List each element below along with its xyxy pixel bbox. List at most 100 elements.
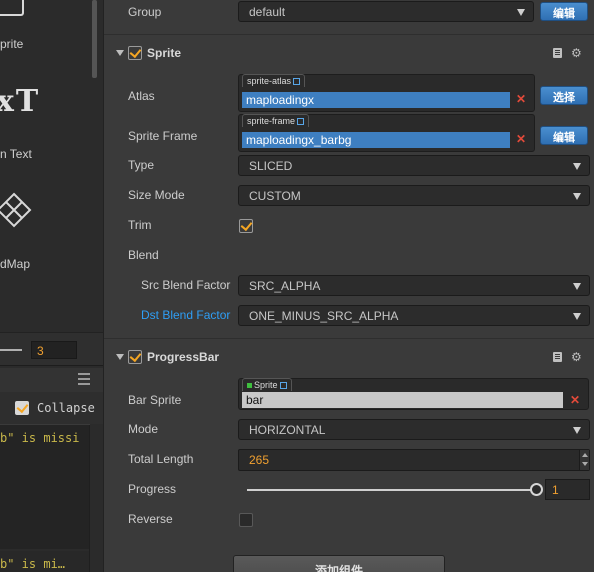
chevron-down-icon	[573, 193, 581, 200]
chevron-down-icon	[517, 9, 525, 16]
group-value: default	[249, 5, 286, 19]
dst-blend-value: ONE_MINUS_SRC_ALPHA	[249, 309, 399, 323]
src-blend-label: Src Blend Factor	[141, 278, 231, 292]
src-blend-value: SRC_ALPHA	[249, 279, 321, 293]
asset-type-text: Sprite	[254, 380, 278, 390]
progressbar-section-header[interactable]: ProgressBar ⚙	[104, 343, 594, 371]
progressbar-section-title: ProgressBar	[147, 350, 220, 364]
zoom-input[interactable]: 3	[31, 341, 77, 359]
bar-sprite-field[interactable]: Sprite bar ✕	[238, 378, 589, 410]
sprite-frame-row: Sprite Frame sprite-frame maploadingx_ba…	[104, 114, 594, 156]
total-length-value: 265	[249, 453, 270, 467]
tiledmap-icon[interactable]	[0, 190, 34, 234]
chevron-down-icon	[573, 313, 581, 320]
trim-label: Trim	[128, 218, 152, 232]
help-book-icon[interactable]	[553, 352, 562, 362]
console-scrollbar[interactable]	[89, 425, 97, 572]
close-icon[interactable]: ✕	[516, 132, 526, 146]
trim-row: Trim	[104, 211, 594, 241]
asset-type-tag: Sprite	[242, 378, 292, 391]
dst-blend-row: Dst Blend Factor ONE_MINUS_SRC_ALPHA	[104, 301, 594, 331]
progress-slider-track[interactable]	[247, 489, 537, 491]
progressbar-enabled-checkbox[interactable]	[128, 350, 142, 364]
group-row: Group default 编辑	[104, 0, 594, 30]
scroll-thumb[interactable]	[92, 0, 97, 78]
number-stepper[interactable]	[579, 450, 589, 470]
type-label: Type	[128, 158, 155, 172]
bar-sprite-label: Bar Sprite	[128, 393, 182, 407]
zoom-row: 3	[0, 332, 103, 366]
inspector-panel: Group default 编辑 Sprite ⚙ Atlas sprite-a…	[103, 0, 594, 572]
size-mode-select[interactable]: CUSTOM	[238, 185, 590, 206]
src-blend-row: Src Blend Factor SRC_ALPHA	[104, 271, 594, 301]
total-length-input[interactable]: 265	[238, 449, 590, 471]
help-book-icon[interactable]	[553, 48, 562, 58]
size-mode-row: Size Mode CUSTOM	[104, 181, 594, 211]
asset-type-tag: sprite-frame	[242, 114, 310, 127]
log-entry[interactable]: b" is mi…	[0, 557, 65, 571]
external-link-icon[interactable]	[279, 382, 287, 389]
bar-sprite-row: Bar Sprite Sprite bar ✕	[104, 378, 594, 414]
sprite-thumbnail-icon[interactable]	[0, 0, 24, 16]
close-icon[interactable]: ✕	[570, 393, 580, 407]
group-edit-button[interactable]: 编辑	[540, 2, 588, 21]
atlas-field[interactable]: sprite-atlas maploadingx ✕	[238, 74, 535, 112]
text-icon[interactable]: xT	[0, 84, 40, 119]
src-blend-select[interactable]: SRC_ALPHA	[238, 275, 590, 296]
bar-sprite-value[interactable]: bar	[242, 392, 563, 408]
asset-type-tag: sprite-atlas	[242, 74, 306, 87]
type-row: Type SLICED	[104, 151, 594, 181]
collapse-caret-icon[interactable]	[116, 50, 124, 56]
sprite-frame-edit-button[interactable]: 编辑	[540, 126, 588, 145]
progress-input[interactable]: 1	[545, 479, 590, 500]
asset-label-tiledmap[interactable]: dMap	[0, 257, 30, 271]
sprite-enabled-checkbox[interactable]	[128, 46, 142, 60]
sprite-frame-value[interactable]: maploadingx_barbg	[242, 132, 510, 148]
group-select[interactable]: default	[238, 1, 534, 22]
dst-blend-label: Dst Blend Factor	[141, 308, 231, 322]
atlas-value[interactable]: maploadingx	[242, 92, 510, 108]
type-select[interactable]: SLICED	[238, 155, 590, 176]
size-mode-value: CUSTOM	[249, 189, 301, 203]
atlas-row: Atlas sprite-atlas maploadingx ✕ 选择	[104, 74, 594, 116]
progress-row: Progress 1	[104, 475, 594, 505]
asset-type-text: sprite-atlas	[247, 76, 292, 86]
progress-slider-handle[interactable]	[530, 483, 543, 496]
dst-blend-select[interactable]: ONE_MINUS_SRC_ALPHA	[238, 305, 590, 326]
external-link-icon[interactable]	[293, 78, 301, 85]
type-value: SLICED	[249, 159, 293, 173]
reverse-row: Reverse	[104, 505, 594, 535]
external-link-icon[interactable]	[297, 118, 305, 125]
progress-label: Progress	[128, 482, 177, 496]
asset-label-text[interactable]: n Text	[0, 147, 32, 161]
blend-row: Blend	[104, 241, 594, 271]
asset-label-sprite[interactable]: prite	[0, 37, 23, 51]
asset-scrollbar[interactable]	[92, 0, 97, 332]
atlas-select-button[interactable]: 选择	[540, 86, 588, 105]
gear-icon[interactable]: ⚙	[571, 46, 582, 60]
close-icon[interactable]: ✕	[516, 92, 526, 106]
menu-icon[interactable]	[78, 373, 90, 385]
reverse-label: Reverse	[128, 512, 173, 526]
asset-type-text: sprite-frame	[247, 116, 296, 126]
mode-label: Mode	[128, 422, 159, 436]
sprite-section-header[interactable]: Sprite ⚙	[104, 39, 594, 67]
zoom-slider[interactable]	[0, 349, 22, 351]
mode-select[interactable]: HORIZONTAL	[238, 419, 590, 440]
chevron-down-icon	[573, 427, 581, 434]
group-label: Group	[128, 5, 162, 19]
collapse-caret-icon[interactable]	[116, 354, 124, 360]
log-entry[interactable]: b" is missi	[0, 431, 79, 445]
add-component-button[interactable]: 添加组件	[233, 555, 445, 572]
mode-row: Mode HORIZONTAL	[104, 415, 594, 445]
chevron-down-icon	[573, 283, 581, 290]
sprite-type-icon	[247, 383, 252, 388]
collapse-checkbox[interactable]	[15, 401, 29, 415]
trim-checkbox[interactable]	[239, 219, 253, 233]
sprite-frame-field[interactable]: sprite-frame maploadingx_barbg ✕	[238, 114, 535, 152]
gear-icon[interactable]: ⚙	[571, 350, 582, 364]
total-length-row: Total Length 265	[104, 445, 594, 475]
sprite-frame-label: Sprite Frame	[128, 129, 198, 143]
divider	[104, 34, 594, 35]
reverse-checkbox[interactable]	[239, 513, 253, 527]
